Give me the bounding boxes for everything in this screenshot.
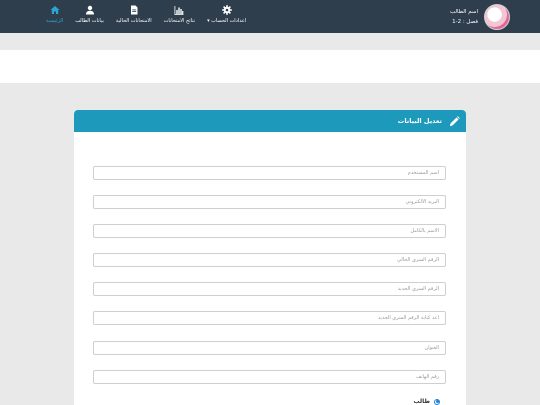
nav-current-exams-label: الامتحانات الحالية — [115, 18, 152, 24]
gear-icon — [221, 5, 232, 15]
full-name-field[interactable] — [93, 224, 446, 238]
nav-home[interactable]: الرئيسية — [40, 5, 69, 29]
main-nav: الرئيسية بيانات الطالب الامتحانات الحالي… — [40, 5, 252, 29]
home-icon — [50, 6, 60, 14]
student-name: اسم الطالب — [449, 9, 478, 15]
current-password-field[interactable] — [93, 253, 446, 267]
confirm-password-field[interactable] — [93, 311, 446, 325]
nav-exam-results-label: نتائج الامتحانات — [163, 18, 196, 24]
nav-student-data-label: بيانات الطالب — [75, 18, 104, 24]
nav-account-settings[interactable]: اعدادات الحساب ▾ — [201, 5, 252, 29]
bar-chart-icon — [174, 6, 184, 15]
profile-block[interactable]: اسم الطالب فصل : 2-1 — [450, 4, 510, 30]
address-field[interactable] — [93, 341, 446, 355]
pencil-icon — [449, 115, 460, 126]
nav-account-settings-label: اعدادات الحساب ▾ — [207, 18, 247, 24]
card-title: تعديل البيانات — [397, 117, 442, 125]
avatar[interactable] — [484, 4, 510, 30]
nav-current-exams[interactable]: الامتحانات الحالية — [110, 5, 158, 29]
sub-strip — [0, 33, 540, 50]
nav-exam-results[interactable]: نتائج الامتحانات — [158, 5, 201, 29]
card-header: تعديل البيانات — [74, 110, 466, 132]
nav-home-label: الرئيسية — [46, 18, 64, 24]
radio-label: طالب — [413, 398, 430, 405]
email-field[interactable] — [93, 195, 446, 209]
student-class: فصل : 2-1 — [452, 19, 478, 25]
username-field[interactable] — [93, 166, 446, 180]
user-icon — [85, 5, 94, 15]
white-banner — [0, 50, 540, 83]
edit-data-card: تعديل البيانات طالب — [74, 110, 466, 405]
nav-student-data[interactable]: بيانات الطالب — [69, 5, 110, 29]
phone-field[interactable] — [93, 370, 446, 384]
profile-text: اسم الطالب فصل : 2-1 — [450, 7, 478, 27]
new-password-field[interactable] — [93, 282, 446, 296]
radio-button[interactable] — [434, 398, 440, 405]
top-navbar: اسم الطالب فصل : 2-1 الرئيسية بيانات الط… — [0, 0, 540, 33]
document-icon — [130, 5, 138, 15]
role-radio[interactable]: طالب — [413, 398, 440, 405]
